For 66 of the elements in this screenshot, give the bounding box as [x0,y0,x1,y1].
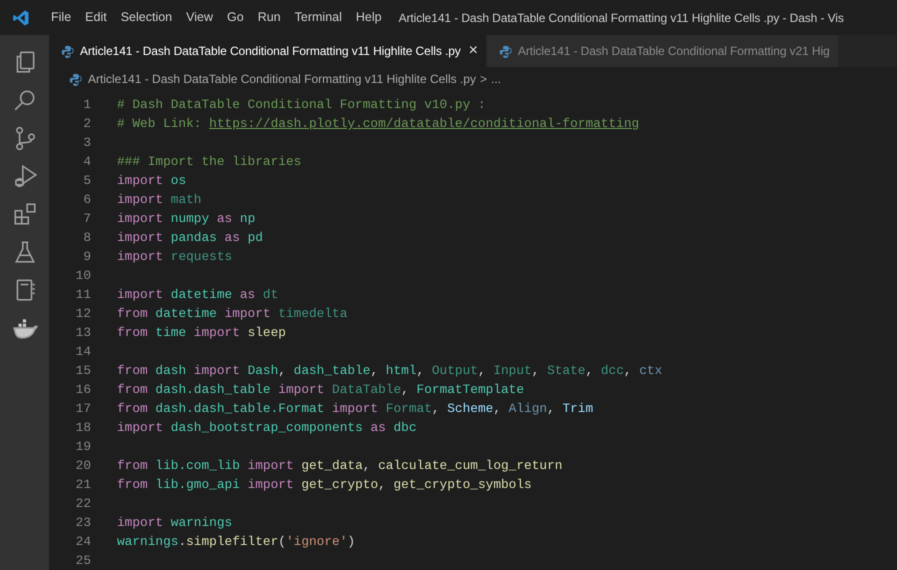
code-line: from datetime import timedelta [117,305,348,323]
menu-item[interactable]: File [44,8,78,27]
line-number: 2 [82,115,92,133]
chevron-icon: > [480,70,487,88]
code-line: warnings.simplefilter('ignore') [117,533,356,551]
code-line: ### Import the libraries [117,153,302,171]
code-line: import warnings [117,514,232,532]
line-number: 7 [82,210,92,228]
line-number: 24 [74,533,92,551]
line-number: 15 [74,362,92,380]
breadcrumb-item[interactable]: Article141 - Dash DataTable Conditional Formatting v11 Highlite Cells .py [88,70,476,88]
line-number: 10 [74,267,92,285]
code-line: import dash_bootstrap_components as dbc [117,419,417,437]
line-number: 4 [82,153,92,171]
code-line: import math [117,191,202,209]
code-line: import datetime as dt [117,286,278,304]
code-line: from time import sleep [117,324,286,342]
line-number: 23 [74,514,92,532]
line-number: 16 [74,381,92,399]
line-number: 21 [74,476,92,494]
code-line: from dash.dash_table.Format import Format, Scheme, Align, Trim [117,400,594,418]
code-line: from lib.com_lib import get_data, calculate_cum_log_return [117,457,562,475]
code-line: import numpy as np [117,210,256,228]
python-icon [61,44,74,58]
tab-label: Article141 - Dash DataTable Conditional Formatting v21 Hig [518,43,830,60]
line-number: 22 [74,495,92,513]
code-line: # Dash DataTable Conditional Formatting v10.py : [117,96,486,114]
line-number: 6 [82,191,92,209]
window-title: Article141 - Dash DataTable Conditional Formatting v11 Highlite Cells .py - Dash - Vis [398,10,844,26]
menu-item[interactable]: View [179,8,220,27]
tab-label: Article141 - Dash DataTable Conditional Formatting v11 Highlite Cells .py [80,43,461,60]
code-line: # Web Link: https://dash.plotly.com/datatable/conditional-formatting [117,115,640,133]
menu-item[interactable]: Help [348,8,389,27]
python-icon [69,72,82,86]
line-number: 9 [82,248,92,266]
line-number: 18 [74,419,92,437]
python-icon [498,44,512,58]
line-number: 17 [74,400,92,418]
close-icon[interactable]: × [468,39,478,63]
line-number: 12 [74,305,92,323]
line-number: 19 [74,438,92,456]
menu-item[interactable]: Go [220,8,251,27]
menu-item[interactable]: Edit [78,8,114,27]
line-number: 13 [74,324,92,342]
code-line: from dash import Dash, dash_table, html, Output, Input, State, dcc, ctx [117,362,662,380]
line-number: 25 [74,552,92,570]
line-number: 20 [74,457,92,475]
menu-item[interactable]: Terminal [288,8,349,27]
code-line: from lib.gmo_api import get_crypto, get_crypto_symbols [117,476,532,494]
line-number: 8 [82,229,92,247]
menu-item[interactable]: Selection [114,8,180,27]
logo-icon [12,8,30,26]
code-line: import os [117,172,186,190]
code-line: import pandas as pd [117,229,263,247]
line-number: 5 [82,172,92,190]
blocks-icon[interactable] [12,201,38,227]
line-number: 3 [82,134,92,152]
editor-tab[interactable]: Article141 - Dash DataTable Conditional Formatting v21 Hig [486,35,839,67]
line-number: 11 [74,286,92,304]
menu-item[interactable]: Run [250,8,288,27]
line-number: 14 [74,343,92,361]
code-line: from dash.dash_table import DataTable, FormatTemplate [117,381,524,399]
code-line: import requests [117,248,232,266]
line-number: 1 [82,96,92,114]
breadcrumb-item[interactable]: ... [490,70,501,88]
editor-tab[interactable]: Article141 - Dash DataTable Conditional Formatting v11 Highlite Cells .py × [49,35,487,67]
